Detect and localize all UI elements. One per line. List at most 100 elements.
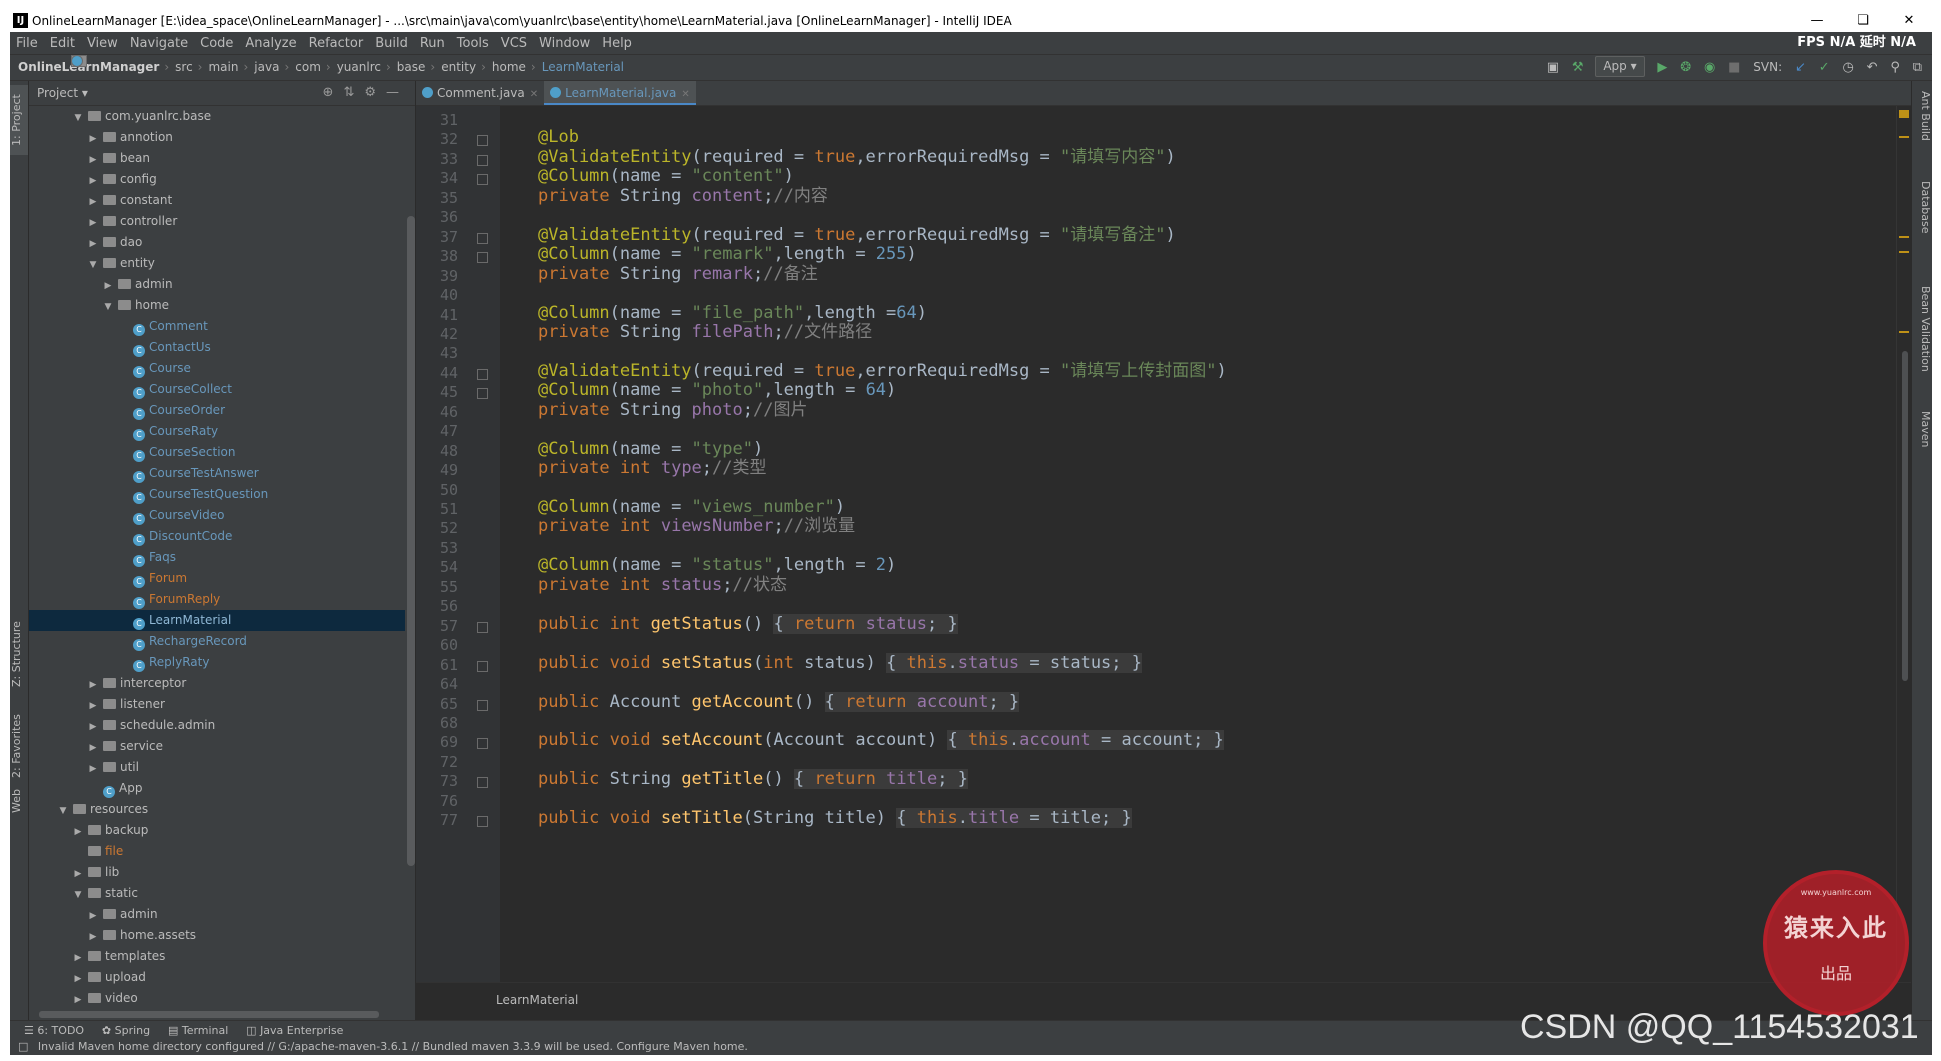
tree-item[interactable]: ▶ config <box>29 169 405 190</box>
line-number[interactable]: 35 <box>422 189 458 207</box>
nav-crumb[interactable]: main <box>71 55 238 80</box>
tree-item[interactable]: C DiscountCode <box>29 526 405 547</box>
maximize-button[interactable]: ❏ <box>1840 10 1886 32</box>
warning-mark[interactable] <box>1899 251 1909 253</box>
code-line[interactable]: public String getTitle() { return title;… <box>538 767 968 791</box>
line-number[interactable]: 40 <box>422 286 458 304</box>
collapse-arrow-icon[interactable]: ▶ <box>87 150 99 171</box>
menu-file[interactable]: File <box>10 33 44 55</box>
expand-arrow-icon[interactable]: ▼ <box>57 801 69 822</box>
code-line[interactable]: private String filePath;//文件路径 <box>538 320 872 344</box>
code-area[interactable]: 31 32 @Lob 33 @ValidateEntity(required = tru… <box>440 106 1897 983</box>
collapse-arrow-icon[interactable]: ▶ <box>87 717 99 738</box>
tree-item[interactable]: ▼ com.yuanlrc.base <box>29 106 405 127</box>
windows-icon[interactable]: ⧉ <box>1913 55 1922 80</box>
line-number[interactable]: 33 <box>422 150 458 168</box>
nav-crumb[interactable]: entity <box>71 55 476 80</box>
expand-arrow-icon[interactable]: ▼ <box>87 255 99 276</box>
line-number[interactable]: 41 <box>422 306 458 324</box>
gear-icon[interactable]: ⚙ <box>364 85 386 100</box>
build-hammer-icon[interactable]: ⚒ <box>1572 55 1584 80</box>
nav-crumb[interactable]: com <box>71 55 321 80</box>
collapse-icon[interactable]: ⇅ <box>343 85 364 100</box>
collapse-arrow-icon[interactable]: ▶ <box>72 822 84 843</box>
code-line[interactable]: public int getStatus() { return status; … <box>538 612 958 636</box>
tree-item[interactable]: C Forum <box>29 568 405 589</box>
debug-icon[interactable]: ❂ <box>1680 55 1691 80</box>
tab-web[interactable]: Web <box>10 781 28 821</box>
nav-crumb[interactable]: src <box>71 55 193 80</box>
line-number[interactable]: 38 <box>422 247 458 265</box>
collapse-arrow-icon[interactable]: ▶ <box>102 276 114 297</box>
line-number[interactable]: 34 <box>422 169 458 187</box>
code-line[interactable]: public Account getAccount() { return acc… <box>538 690 1020 714</box>
tree-item[interactable]: C ForumReply <box>29 589 405 610</box>
line-number[interactable]: 77 <box>422 811 458 829</box>
line-number[interactable]: 69 <box>422 733 458 751</box>
line-number[interactable]: 76 <box>422 792 458 810</box>
warning-mark[interactable] <box>1899 110 1909 118</box>
history-icon[interactable]: ◷ <box>1842 55 1853 80</box>
code-line[interactable]: private String remark;//备注 <box>538 262 818 286</box>
tree-item[interactable]: ▶ util <box>29 757 405 778</box>
line-number[interactable]: 49 <box>422 461 458 479</box>
tab-maven[interactable]: Maven <box>1914 411 1932 447</box>
line-number[interactable]: 48 <box>422 442 458 460</box>
nav-crumb[interactable]: home <box>71 55 526 80</box>
tree-item[interactable]: ▶ video <box>29 988 405 1008</box>
tree-item[interactable]: ▶ annotion <box>29 127 405 148</box>
line-number[interactable]: 68 <box>422 714 458 732</box>
code-line[interactable]: private int status;//状态 <box>538 573 787 597</box>
tree-item[interactable]: ▶ dao <box>29 232 405 253</box>
close-tab-icon[interactable]: ✕ <box>681 89 689 100</box>
tree-item[interactable]: ▶ admin <box>29 904 405 925</box>
line-number[interactable]: 39 <box>422 267 458 285</box>
line-number[interactable]: 52 <box>422 519 458 537</box>
svn-commit-icon[interactable]: ✓ <box>1819 55 1830 80</box>
tree-item[interactable]: C CourseVideo <box>29 505 405 526</box>
line-number[interactable]: 42 <box>422 325 458 343</box>
line-number[interactable]: 73 <box>422 772 458 790</box>
warning-mark[interactable] <box>1899 331 1909 333</box>
code-line[interactable]: private String content;//内容 <box>538 184 828 208</box>
line-number[interactable]: 55 <box>422 578 458 596</box>
collapse-arrow-icon[interactable]: ▶ <box>87 927 99 948</box>
tree-item[interactable]: ▼ entity <box>29 253 405 274</box>
tree-item[interactable]: ▶ home.assets <box>29 925 405 946</box>
line-number[interactable]: 44 <box>422 364 458 382</box>
collapse-arrow-icon[interactable]: ▶ <box>87 696 99 717</box>
fold-marker-icon[interactable] <box>477 154 488 166</box>
collapse-arrow-icon[interactable]: ▶ <box>72 969 84 990</box>
fold-marker-icon[interactable] <box>477 777 488 789</box>
expand-arrow-icon[interactable]: ▼ <box>72 885 84 906</box>
tree-item[interactable]: ▶ admin <box>29 274 405 295</box>
fold-marker-icon[interactable] <box>477 252 488 264</box>
close-tab-icon[interactable]: ✕ <box>530 89 538 100</box>
menu-code[interactable]: Code <box>194 33 239 55</box>
error-stripe[interactable] <box>1896 106 1911 983</box>
tree-item[interactable]: C Course <box>29 358 405 379</box>
tree-item[interactable]: ▼ static <box>29 883 405 904</box>
expand-arrow-icon[interactable]: ▼ <box>102 297 114 318</box>
status-icon[interactable]: □ <box>18 1040 28 1053</box>
tool-todo[interactable]: ☰ 6: TODO <box>24 1021 84 1040</box>
collapse-arrow-icon[interactable]: ▶ <box>87 759 99 780</box>
menu-analyze[interactable]: Analyze <box>239 33 302 55</box>
tree-item[interactable]: ▶ upload <box>29 967 405 988</box>
locate-icon[interactable]: ⊕ <box>323 85 344 100</box>
nav-crumb[interactable]: base <box>71 55 425 80</box>
tool-spring[interactable]: ✿ Spring <box>102 1021 150 1040</box>
status-message[interactable]: Invalid Maven home directory configured … <box>38 1040 748 1053</box>
search-icon[interactable]: ⚲ <box>1890 55 1900 80</box>
fold-marker-icon[interactable] <box>477 660 488 672</box>
tree-item[interactable]: C CourseRaty <box>29 421 405 442</box>
project-vertical-scrollbar[interactable] <box>407 216 415 866</box>
tree-item[interactable]: ▶ backup <box>29 820 405 841</box>
close-button[interactable]: ✕ <box>1886 10 1932 32</box>
line-number[interactable]: 31 <box>422 111 458 129</box>
line-number[interactable]: 54 <box>422 558 458 576</box>
menu-navigate[interactable]: Navigate <box>124 33 194 55</box>
warning-mark[interactable] <box>1899 136 1909 138</box>
tree-item[interactable]: C CourseOrder <box>29 400 405 421</box>
tab-ant-build[interactable]: Ant Build <box>1914 91 1932 141</box>
